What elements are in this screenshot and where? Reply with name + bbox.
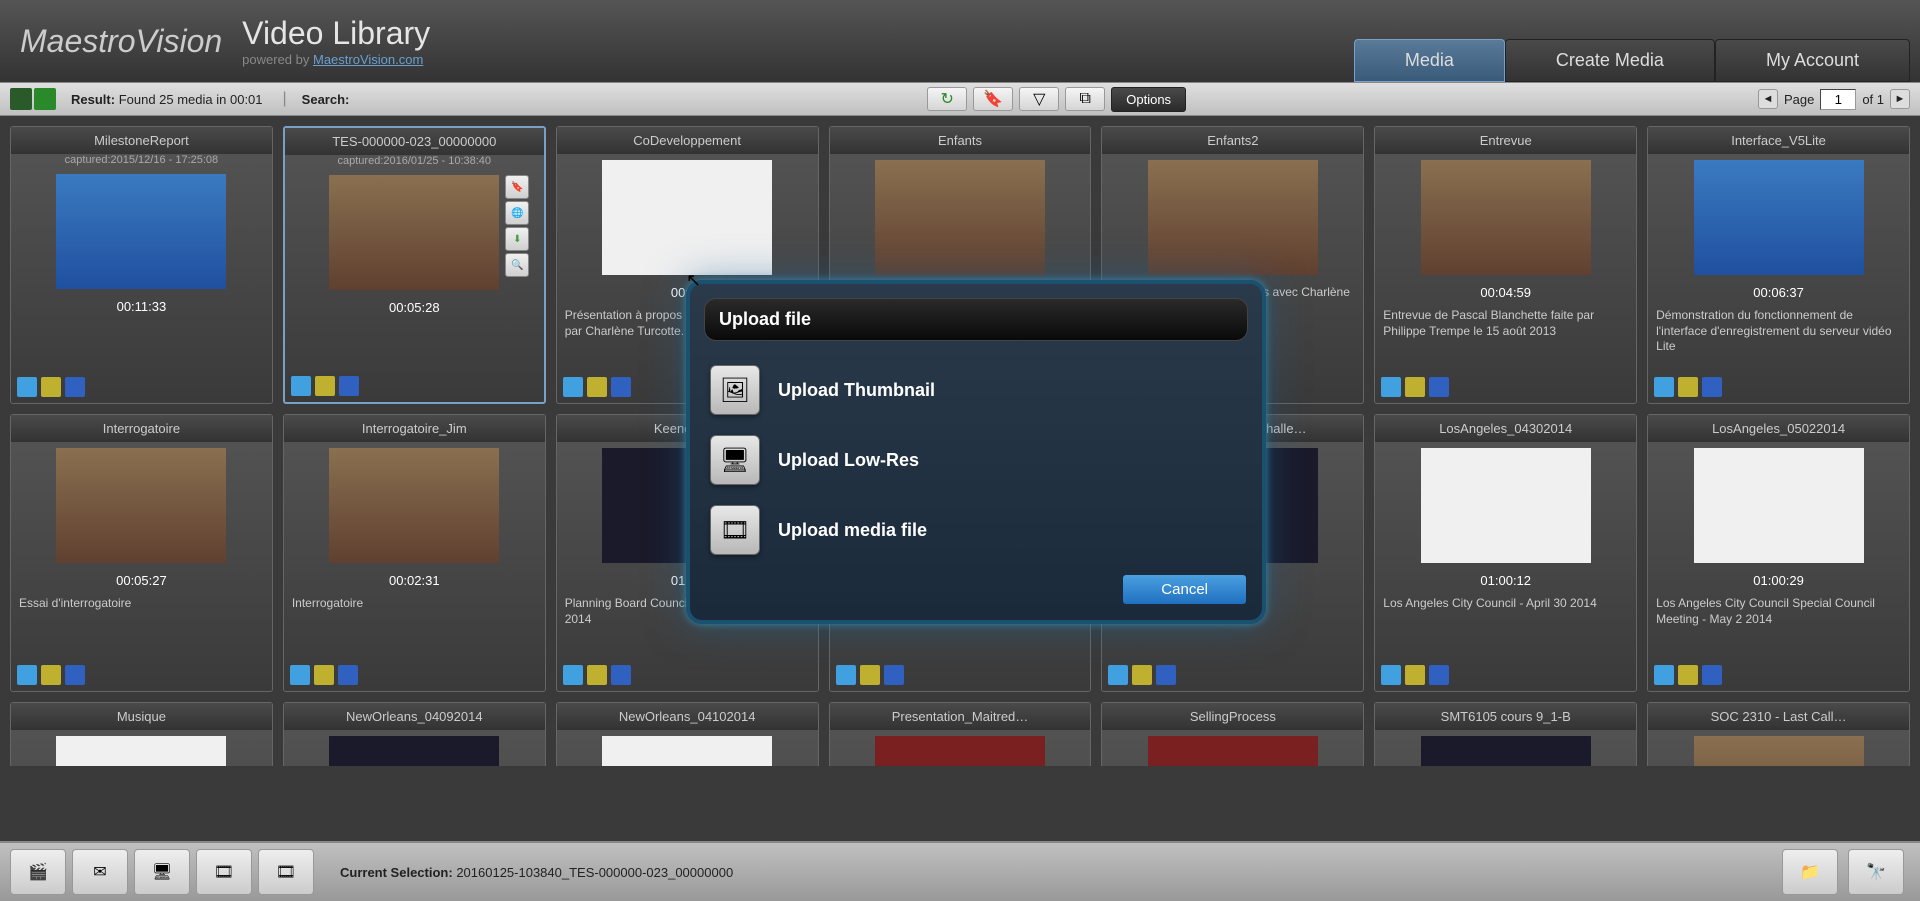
upload-media-option[interactable]: 🎞 Upload media file xyxy=(710,495,1242,565)
modal-title: Upload file xyxy=(704,298,1248,341)
upload-modal: Upload file 🖼 Upload Thumbnail 🖥 Upload … xyxy=(686,280,1266,624)
monitor-upload-icon: 🖥 xyxy=(710,435,760,485)
image-upload-icon: 🖼 xyxy=(710,365,760,415)
upload-thumbnail-option[interactable]: 🖼 Upload Thumbnail xyxy=(710,355,1242,425)
upload-lowres-option[interactable]: 🖥 Upload Low-Res xyxy=(710,425,1242,495)
cancel-button[interactable]: Cancel xyxy=(1123,575,1246,604)
modal-overlay: Upload file 🖼 Upload Thumbnail 🖥 Upload … xyxy=(0,0,1920,901)
film-upload-icon: 🎞 xyxy=(710,505,760,555)
